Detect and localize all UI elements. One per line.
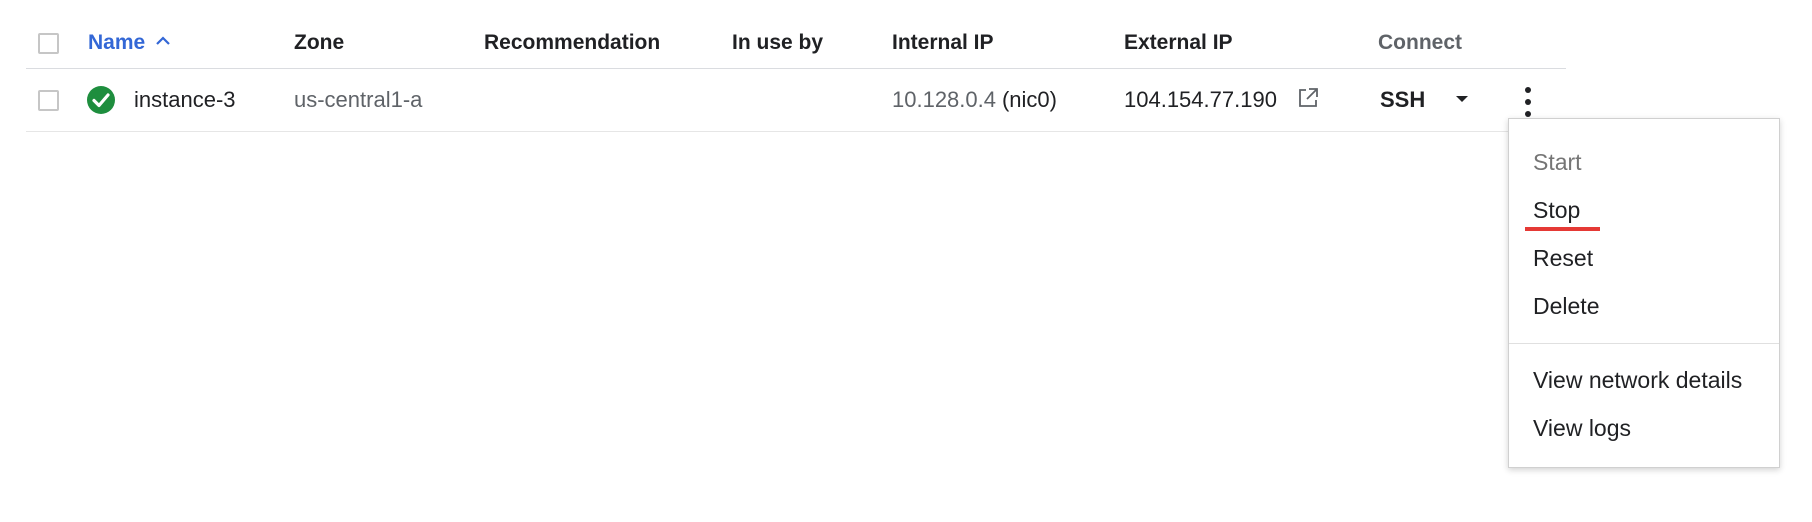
select-all-checkbox[interactable] (38, 32, 59, 54)
menu-item-view-logs[interactable]: View logs (1533, 415, 1631, 442)
internal-ip-value: 10.128.0.4 (892, 87, 996, 112)
zone-value: us-central1-a (294, 87, 423, 112)
chevron-up-icon (155, 34, 171, 52)
status-cell (86, 69, 116, 131)
connect-cell: SSH (1380, 69, 1469, 131)
menu-item-reset[interactable]: Reset (1533, 245, 1593, 272)
stop-highlight-underline (1525, 227, 1600, 231)
menu-item-delete[interactable]: Delete (1533, 293, 1599, 320)
internal-ip-nic-link[interactable]: (nic0) (1002, 87, 1057, 113)
menu-item-view-network-details[interactable]: View network details (1533, 367, 1742, 394)
instance-name-link[interactable]: instance-3 (134, 87, 236, 113)
zone-cell: us-central1-a (294, 69, 422, 131)
column-header-name[interactable]: Name (88, 18, 171, 68)
instance-name-cell: instance-3 (134, 69, 236, 131)
ssh-button[interactable]: SSH (1380, 87, 1425, 113)
menu-item-start: Start (1533, 149, 1582, 175)
row-select-cell (38, 69, 59, 131)
external-ip-value: 104.154.77.190 (1124, 87, 1277, 112)
column-header-recommendation[interactable]: Recommendation (484, 18, 660, 68)
menu-divider (1509, 343, 1779, 344)
menu-item-stop[interactable]: Stop (1533, 197, 1580, 224)
row-select-checkbox[interactable] (38, 89, 59, 111)
table-row: instance-3 us-central1-a 10.128.0.4 (nic… (26, 69, 1566, 132)
column-header-zone-label: Zone (294, 31, 345, 54)
column-header-external-ip-label: External IP (1124, 31, 1233, 54)
check-circle-icon (86, 85, 116, 115)
more-vert-icon[interactable] (1522, 87, 1534, 117)
column-header-external-ip[interactable]: External IP (1124, 18, 1233, 68)
column-header-recommendation-label: Recommendation (484, 31, 661, 54)
instance-actions-menu: Start Stop Reset Delete View network det… (1508, 118, 1780, 468)
external-link-icon[interactable] (1297, 87, 1319, 114)
vm-instances-table: Name Zone Recommendation In use by Inter… (26, 18, 1566, 132)
column-header-in-use-by-label: In use by (732, 31, 824, 54)
column-header-internal-ip[interactable]: Internal IP (892, 18, 994, 68)
column-header-connect-label: Connect (1378, 31, 1462, 54)
table-header-row: Name Zone Recommendation In use by Inter… (26, 18, 1566, 69)
column-header-zone[interactable]: Zone (294, 18, 344, 68)
column-header-connect: Connect (1378, 18, 1462, 68)
internal-ip-cell: 10.128.0.4 (nic0) (892, 69, 1057, 131)
external-ip-cell: 104.154.77.190 (1124, 69, 1319, 131)
column-header-name-label: Name (88, 31, 146, 54)
column-header-in-use-by[interactable]: In use by (732, 18, 823, 68)
vm-instances-page: Name Zone Recommendation In use by Inter… (0, 0, 1812, 522)
select-all-cell (38, 18, 59, 68)
caret-down-icon[interactable] (1455, 91, 1469, 109)
column-header-internal-ip-label: Internal IP (892, 31, 994, 54)
